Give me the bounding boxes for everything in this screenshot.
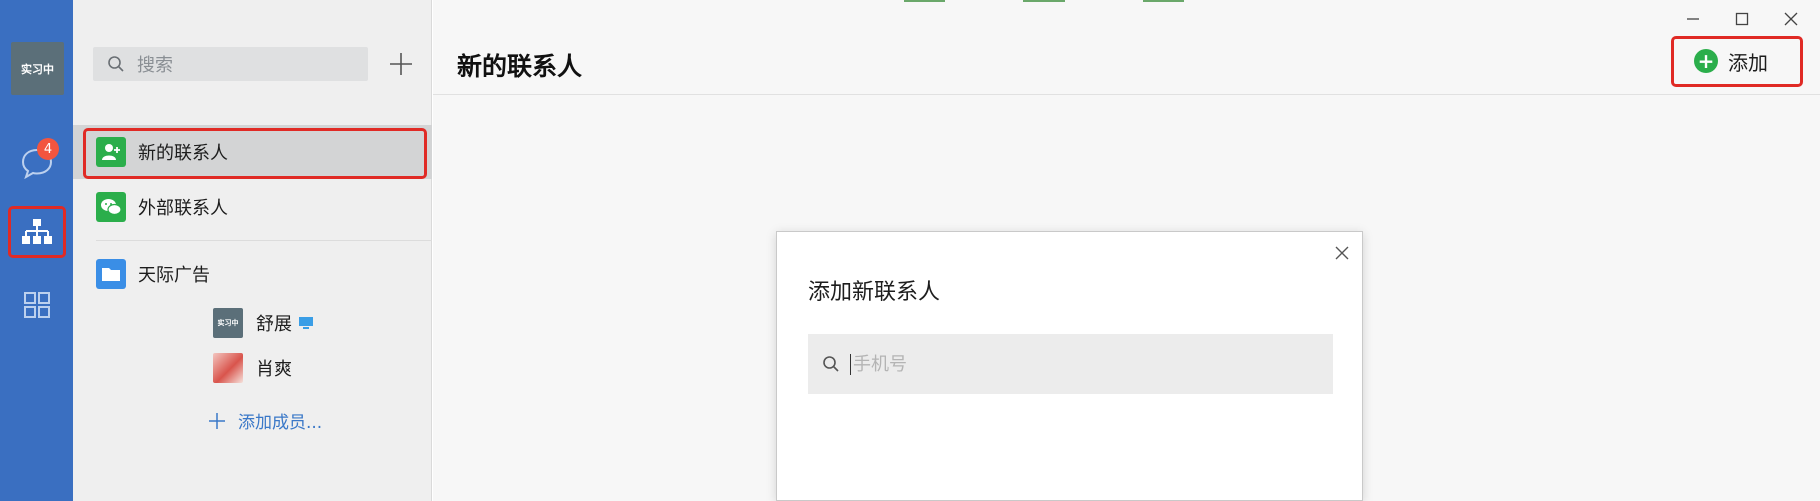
add-user-icon — [96, 137, 126, 167]
unread-badge: 4 — [37, 138, 59, 160]
close-window-button[interactable] — [1776, 8, 1806, 30]
avatar-text: 实习中 — [21, 62, 54, 76]
contacts-nav-button[interactable] — [14, 209, 60, 255]
top-strip — [904, 0, 1184, 2]
create-button[interactable] — [381, 44, 421, 84]
nav-item-external-contacts[interactable]: 外部联系人 — [73, 180, 432, 234]
search-box[interactable]: 搜索 — [93, 47, 368, 81]
member-row[interactable]: 实习中 舒展 — [213, 308, 314, 338]
avatar-text: 实习中 — [217, 319, 239, 327]
nav-item-label: 外部联系人 — [138, 198, 228, 219]
org-name: 天际广告 — [138, 265, 210, 286]
phone-number-input[interactable] — [850, 353, 1320, 375]
org-item[interactable]: 天际广告 — [73, 252, 432, 296]
plus-icon — [390, 53, 412, 75]
close-icon — [1335, 246, 1349, 260]
computer-icon — [299, 317, 313, 329]
avatar[interactable]: 实习中 — [11, 42, 64, 95]
org-chart-icon — [22, 219, 52, 244]
add-circle-icon: + — [1694, 49, 1718, 73]
search-placeholder: 搜索 — [137, 55, 173, 76]
search-icon — [108, 56, 124, 72]
member-name: 肖爽 — [256, 359, 292, 380]
search-icon — [823, 356, 839, 372]
minimize-icon — [1687, 18, 1699, 20]
add-member-label: 添加成员... — [238, 413, 323, 433]
plus-icon — [209, 412, 225, 429]
maximize-button[interactable] — [1727, 8, 1757, 30]
phone-search-box[interactable] — [808, 334, 1333, 394]
close-icon — [1784, 12, 1798, 26]
apps-nav-button[interactable] — [14, 282, 60, 328]
add-button[interactable]: + 添加 — [1694, 44, 1768, 78]
add-contact-dialog: 添加新联系人 — [776, 231, 1363, 501]
maximize-icon — [1735, 12, 1749, 26]
nav-item-label: 新的联系人 — [138, 143, 228, 164]
divider — [96, 240, 432, 241]
minimize-button[interactable] — [1678, 8, 1708, 30]
avatar — [213, 353, 243, 383]
page-title: 新的联系人 — [457, 52, 583, 81]
contacts-panel: 搜索 新的联系人 外部联系人 天际广告 实习中 舒展 肖爽 添加成员... — [73, 0, 456, 501]
member-name: 舒展 — [256, 314, 292, 335]
main-header: 新的联系人 + 添加 — [433, 0, 1820, 95]
dialog-title: 添加新联系人 — [808, 280, 941, 305]
nav-item-new-contacts[interactable]: 新的联系人 — [73, 125, 432, 179]
add-member-link[interactable]: 添加成员... — [208, 408, 322, 433]
apps-grid-icon — [24, 292, 50, 318]
left-rail: 实习中 4 — [0, 0, 73, 501]
wechat-icon — [96, 192, 126, 222]
add-button-label: 添加 — [1728, 50, 1768, 75]
dialog-close-button[interactable] — [1331, 242, 1353, 264]
avatar: 实习中 — [213, 308, 243, 338]
member-row[interactable]: 肖爽 — [213, 353, 292, 383]
folder-icon — [96, 259, 126, 289]
